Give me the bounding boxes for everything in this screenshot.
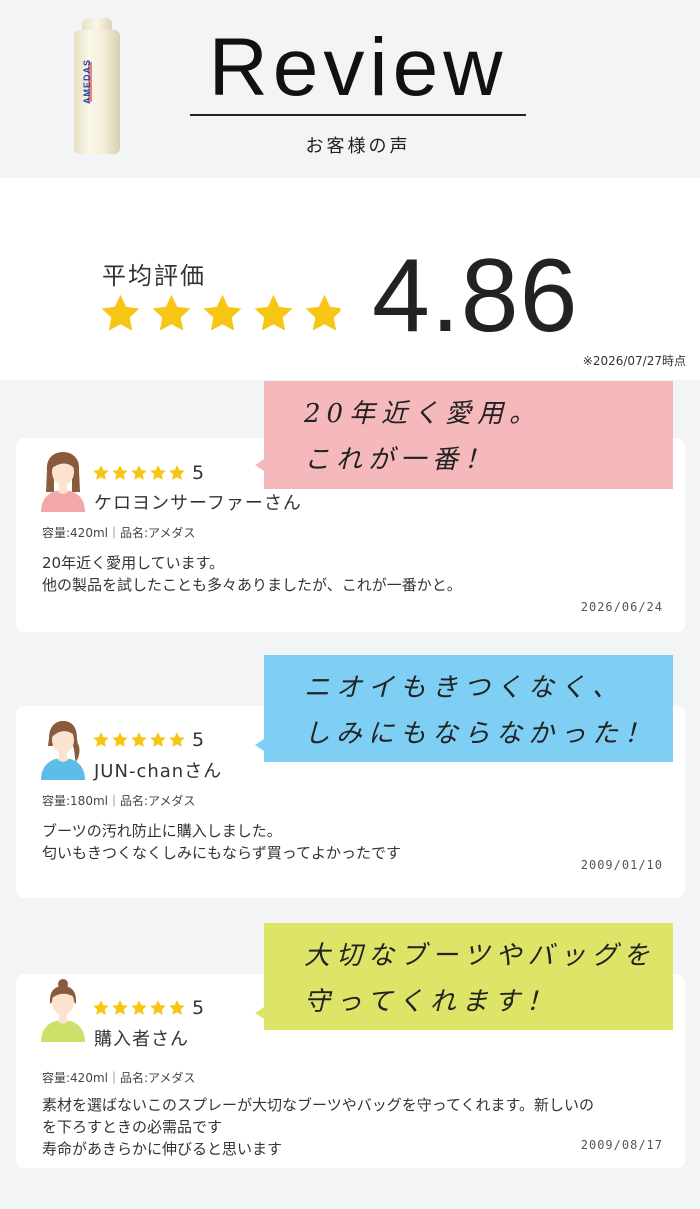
- review-score: 5: [192, 462, 205, 484]
- review-highlight-text: 大切なブーツやバッグを 守ってくれます！: [304, 941, 656, 1017]
- star-icon: [111, 999, 129, 1017]
- star-icon: [98, 292, 143, 336]
- average-rating-panel: 平均評価 4.86 ※2026/07/27時点: [0, 178, 700, 380]
- star-icon: [149, 292, 194, 336]
- star-icon: [92, 999, 110, 1017]
- title-divider: [190, 114, 526, 116]
- woman-bun-hair-avatar-icon: [38, 978, 88, 1042]
- average-rating-label: 平均評価: [102, 262, 206, 290]
- review-body: ブーツの汚れ防止に購入しました。 匂いもきつくなくしみにもならず買ってよかったで…: [42, 822, 401, 862]
- review-date: 2026/06/24: [580, 600, 663, 614]
- star-icon: [130, 464, 148, 482]
- reviewer-name: JUN-chanさん: [94, 761, 223, 782]
- star-icon: [168, 731, 186, 749]
- rating-as-of-date: ※2026/07/27時点: [582, 354, 686, 368]
- star-icon: [168, 464, 186, 482]
- review-highlight-bubble: 大切なブーツやバッグを 守ってくれます！: [255, 923, 673, 1030]
- review-body: 20年近く愛用しています。 他の製品を試したことも多々ありましたが、これが一番か…: [42, 554, 462, 594]
- star-icon: [200, 292, 245, 336]
- star-icon: [149, 999, 167, 1017]
- review-body: 素材を選ばないこのスプレーが大切なブーツやバッグを守ってくれます。新しいの を下…: [42, 1096, 595, 1158]
- product-brand-label: AMEDAS: [82, 58, 92, 104]
- reviewer-name: ケロヨンサーファーさん: [94, 493, 302, 514]
- review-highlight-bubble: ニオイもきつくなく、 しみにもならなかった！: [255, 655, 673, 762]
- star-icon: [251, 292, 296, 336]
- product-spray-can-image: AMEDAS: [74, 18, 120, 154]
- reviewer-name: 購入者さん: [94, 1029, 189, 1050]
- review-stars: [92, 731, 186, 749]
- review-header: AMEDAS Review お客様の声: [0, 0, 700, 178]
- star-icon: [149, 731, 167, 749]
- review-highlight-text: 20年近く愛用。 これが一番！: [304, 399, 542, 475]
- star-icon: [130, 731, 148, 749]
- average-rating-stars: [98, 292, 347, 336]
- review-date: 2009/01/10: [580, 858, 663, 872]
- review-highlight-text: ニオイもきつくなく、 しみにもならなかった！: [304, 673, 657, 749]
- review-score: 5: [192, 997, 205, 1019]
- woman-ponytail-avatar-icon: [38, 716, 88, 780]
- star-icon: [111, 731, 129, 749]
- star-icon: [130, 999, 148, 1017]
- star-icon: [111, 464, 129, 482]
- review-score: 5: [192, 729, 205, 751]
- page-title: Review: [208, 22, 508, 113]
- review-product-meta: 容量:180ml｜品名:アメダス: [42, 794, 196, 808]
- star-icon: [168, 999, 186, 1017]
- review-product-meta: 容量:420ml｜品名:アメダス: [42, 1071, 196, 1085]
- star-icon: [302, 292, 347, 336]
- woman-long-hair-avatar-icon: [38, 448, 88, 512]
- review-date: 2009/08/17: [580, 1138, 663, 1152]
- star-icon: [92, 464, 110, 482]
- review-stars: [92, 464, 186, 482]
- page-subtitle: お客様の声: [305, 136, 411, 157]
- star-icon: [149, 464, 167, 482]
- review-highlight-bubble: 20年近く愛用。 これが一番！: [255, 381, 673, 489]
- review-product-meta: 容量:420ml｜品名:アメダス: [42, 526, 196, 540]
- average-rating-value: 4.86: [372, 238, 579, 354]
- review-stars: [92, 999, 186, 1017]
- star-icon: [92, 731, 110, 749]
